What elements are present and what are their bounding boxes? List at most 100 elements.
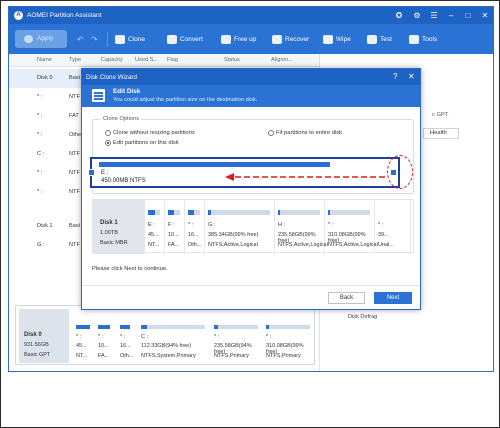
partition-letter: E : — [148, 222, 155, 228]
partition-usage-track — [328, 210, 370, 215]
clone-button[interactable]: Clone — [115, 33, 145, 46]
dialog-header: Edit Disk You could adjust the partition… — [82, 85, 420, 107]
partition-cell[interactable]: G : 385.34GB(99% free) NTFS,Active,Logical — [205, 200, 275, 254]
partition-cell[interactable]: * : 16... Oth... — [118, 312, 138, 362]
wipe-label: Wipe — [336, 36, 351, 43]
health-button[interactable]: Health — [423, 128, 459, 139]
partition-cell[interactable]: * : 39... Unal... — [375, 200, 411, 254]
partition-letter: E : — [101, 170, 109, 176]
partition-size-label: 450.00MB NTFS — [101, 178, 146, 184]
partition-cell[interactable]: E : 45... NT... — [145, 200, 165, 254]
tools-label: Tools — [422, 36, 438, 43]
convert-button[interactable]: Convert — [167, 33, 203, 46]
resize-handle-left[interactable] — [88, 169, 95, 176]
recover-button[interactable]: Recover — [272, 33, 309, 46]
partition-cell[interactable]: * :310.08GB(99% free) NTFS,Active,Logical — [325, 200, 378, 254]
col-flag[interactable]: Flag — [167, 57, 178, 63]
dialog-close-icon[interactable]: ✕ — [408, 72, 415, 81]
test-icon — [367, 35, 377, 44]
col-status[interactable]: Status — [224, 57, 240, 63]
free-up-icon — [221, 35, 231, 44]
row-name: * : — [37, 113, 43, 119]
partition-usage-fill — [208, 210, 212, 215]
disk-type: Basic GPT — [24, 352, 51, 358]
partition-usage-track — [278, 210, 320, 215]
radio-clone-without-resizing[interactable]: Clone without resizing partitions — [105, 130, 195, 136]
partition-fs: NT... — [76, 353, 88, 359]
menu-icon[interactable]: ☰ — [428, 10, 440, 21]
disk-0-card[interactable]: Disk 0 931.56GB Basic GPT — [19, 309, 69, 363]
partition-cell[interactable]: H :235.58GB(99% free) NTFS,Active,Logical — [275, 200, 328, 254]
partition-fs: NTFS,Active,Logical — [278, 242, 328, 248]
row-name: * : — [37, 170, 43, 176]
back-button[interactable]: Back — [328, 292, 365, 304]
maximize-icon[interactable]: □ — [462, 10, 474, 21]
close-icon[interactable]: ✕ — [479, 10, 491, 21]
row-name: * : — [37, 189, 43, 195]
screenshot-frame: A AOMEI Partition Assistant ✪ ⚙ ☰ – □ ✕ … — [0, 0, 500, 428]
convert-icon — [167, 35, 177, 44]
col-name[interactable]: Name — [37, 57, 52, 63]
gear-icon[interactable]: ⚙ — [411, 10, 423, 21]
partition-size: 39... — [378, 232, 389, 238]
clone-icon — [115, 35, 125, 44]
col-alignment[interactable]: Alignm... — [271, 57, 293, 63]
partition-cell[interactable]: C : 112.33GB(94% free) NTFS,System,Primary — [139, 312, 209, 362]
row-name: Disk 0 — [37, 75, 53, 81]
minimize-icon[interactable]: – — [445, 10, 457, 21]
partition-size: 10... — [98, 343, 109, 349]
highlight-circle-annotation — [387, 155, 413, 189]
dialog-heading: Edit Disk — [113, 88, 141, 95]
col-capacity[interactable]: Capacity — [101, 57, 123, 63]
help-icon[interactable]: ? — [393, 72, 397, 81]
partition-fs: Unal... — [378, 242, 394, 248]
partition-letter: G : — [208, 222, 216, 228]
toolbar: Apply ↶ ↷ Clone Convert Free up Recover … — [9, 24, 493, 54]
partition-usage-fill — [188, 210, 194, 215]
disk-1-card[interactable]: Disk 1 1.00TB Basic MBR — [93, 200, 145, 254]
row-name: Disk 1 — [37, 223, 53, 229]
tools-button[interactable]: Tools — [409, 33, 437, 46]
redo-icon[interactable]: ↷ — [91, 35, 98, 44]
partition-letter: * : — [328, 222, 334, 228]
col-type[interactable]: Type — [69, 57, 81, 63]
partition-cell[interactable]: * : 16... Oth... — [185, 200, 205, 254]
col-used[interactable]: Used S... — [135, 57, 158, 63]
apply-label: Apply — [37, 35, 54, 42]
row-type: NTF — [69, 94, 80, 100]
partition-cell[interactable]: F : 10... FA... — [165, 200, 185, 254]
row-type: Basi — [69, 223, 80, 229]
undo-icon[interactable]: ↶ — [77, 35, 84, 44]
edit-disk-icon — [92, 89, 105, 102]
partition-cell[interactable]: * :235.58GB(94% free) NTFS,Primary — [212, 312, 262, 362]
wipe-button[interactable]: Wipe — [323, 33, 351, 46]
test-button[interactable]: Test — [367, 33, 392, 46]
disk-defrag-item[interactable]: Disk Defrag — [348, 314, 377, 320]
disk-size: 931.56GB — [24, 342, 49, 348]
partition-letter: * : — [266, 334, 272, 340]
free-up-button[interactable]: Free up — [221, 33, 256, 46]
partition-fs: NT... — [148, 242, 160, 248]
partition-usage-fill — [328, 210, 331, 215]
partition-fs: NTFS,Primary — [214, 353, 249, 359]
partition-cell[interactable]: * :310.08GB(99% free) NTFS,Primary — [264, 312, 314, 362]
row-name: C : — [37, 151, 45, 157]
partition-fs: NTFS,System,Primary — [141, 353, 196, 359]
star-icon[interactable]: ✪ — [393, 10, 405, 21]
partition-cell[interactable]: * : 45... NT... — [74, 312, 94, 362]
tools-icon — [409, 35, 419, 44]
clone-label: Clone — [128, 36, 145, 43]
radio-edit-partitions[interactable]: Edit partitions on this disk — [105, 140, 179, 146]
partition-size-fill — [99, 162, 330, 167]
partition-cell[interactable]: * : 10... FA... — [96, 312, 116, 362]
partition-fs: FA... — [168, 242, 180, 248]
check-icon — [24, 35, 33, 43]
row-type: NTF — [69, 242, 80, 248]
dialog-title: Disk Clone Wizard — [86, 74, 137, 81]
apply-button[interactable]: Apply — [15, 30, 67, 48]
radio-fit-partitions[interactable]: Fit partitions to entire disk — [268, 130, 342, 136]
next-button[interactable]: Next — [374, 292, 412, 304]
recover-label: Recover — [285, 36, 310, 43]
partition-fs: NTFS,Active,Logical — [208, 242, 258, 248]
partition-fs: FA... — [98, 353, 110, 359]
